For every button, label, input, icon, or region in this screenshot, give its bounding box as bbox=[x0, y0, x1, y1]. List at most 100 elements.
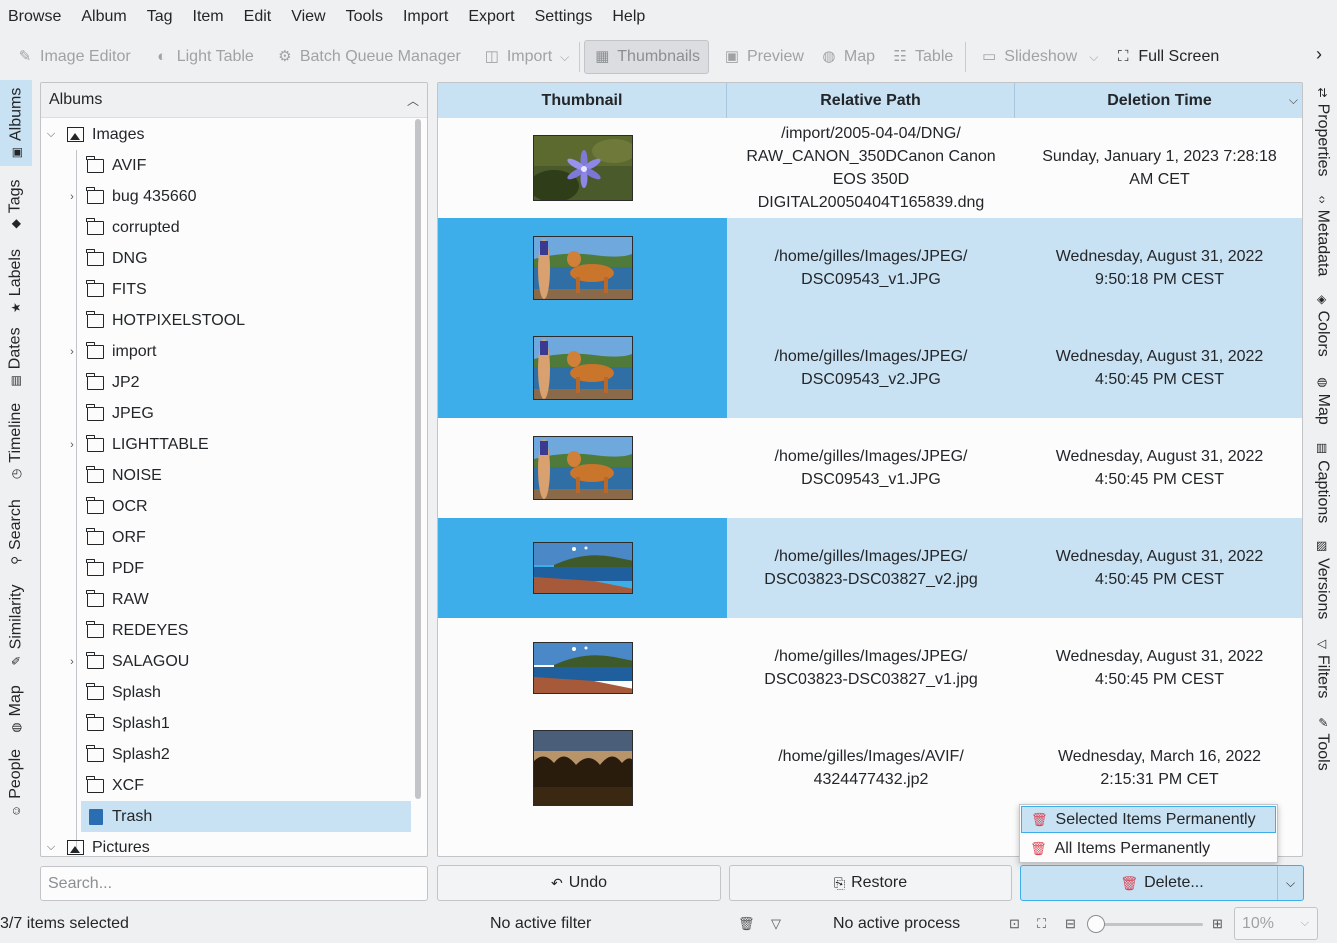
tab-tools[interactable]: ✐ Tools bbox=[1308, 712, 1337, 776]
full-screen-button[interactable]: ⛶ Full Screen bbox=[1104, 40, 1227, 74]
album-folder[interactable]: RAW bbox=[41, 584, 411, 615]
image-editor-button[interactable]: ✎ Image Editor bbox=[0, 40, 139, 74]
import-button[interactable]: ◫ Import bbox=[469, 40, 560, 74]
album-folder[interactable]: Splash bbox=[41, 677, 411, 708]
tab-tags[interactable]: ◆ Tags bbox=[0, 168, 32, 240]
album-folder[interactable]: OCR bbox=[41, 491, 411, 522]
album-folder[interactable]: NOISE bbox=[41, 460, 411, 491]
album-folder[interactable]: FITS bbox=[41, 274, 411, 305]
album-search[interactable] bbox=[40, 866, 428, 901]
tab-search[interactable]: ⚲ Search bbox=[0, 492, 32, 572]
menu-browse[interactable]: Browse bbox=[0, 0, 73, 34]
album-folder[interactable]: JPEG bbox=[41, 398, 411, 429]
album-folder[interactable]: XCF bbox=[41, 770, 411, 801]
menu-album[interactable]: Album bbox=[73, 0, 138, 34]
menu-settings[interactable]: Settings bbox=[527, 0, 605, 34]
album-folder[interactable]: PDF bbox=[41, 553, 411, 584]
tab-colors[interactable]: ◈ Colors bbox=[1308, 290, 1337, 362]
menu-help[interactable]: Help bbox=[604, 0, 657, 34]
table-button[interactable]: ☷ Table bbox=[883, 40, 961, 74]
zoom-slider-handle[interactable] bbox=[1087, 915, 1105, 933]
trash-icon[interactable]: 🗑 bbox=[738, 916, 755, 932]
tab-albums[interactable]: ▣ Albums bbox=[0, 80, 32, 166]
zoom-level-select[interactable]: 10% ⌵ bbox=[1234, 907, 1318, 940]
expand-icon[interactable]: › bbox=[65, 439, 79, 451]
tab-similarity[interactable]: ✎ Similarity bbox=[0, 578, 32, 672]
table-row[interactable]: /home/gilles/Images/JPEG/ DSC09543_v2.JP… bbox=[438, 318, 1302, 418]
table-row[interactable]: /home/gilles/Images/AVIF/ 4324477432.jp2… bbox=[438, 718, 1302, 818]
collapse-icon[interactable]: ⌵ bbox=[44, 128, 58, 141]
tab-dates[interactable]: ▤ Dates bbox=[0, 322, 32, 392]
delete-button[interactable]: 🗑 Delete... ⌵ bbox=[1020, 865, 1304, 901]
chevron-down-icon[interactable]: ⌵ bbox=[1277, 866, 1303, 900]
column-deletion-time[interactable]: Deletion Time ⌵ bbox=[1015, 83, 1302, 118]
tab-people[interactable]: ☺ People bbox=[0, 744, 32, 822]
album-root-pictures[interactable]: ⌵ Pictures bbox=[41, 832, 411, 856]
filter-icon[interactable]: ▽ bbox=[771, 916, 781, 932]
slideshow-dropdown-icon[interactable]: ⌵ bbox=[1085, 50, 1104, 65]
tab-map[interactable]: ◍ Map bbox=[0, 678, 32, 740]
tab-labels[interactable]: ★ Labels bbox=[0, 242, 32, 320]
album-folder[interactable]: REDEYES bbox=[41, 615, 411, 646]
tab-captions[interactable]: ▤ Captions bbox=[1308, 438, 1337, 528]
expand-icon[interactable]: › bbox=[65, 656, 79, 668]
zoom-out-icon[interactable]: ⊟ bbox=[1065, 916, 1076, 932]
tab-metadata[interactable]: ‹› Metadata bbox=[1308, 188, 1337, 284]
import-dropdown-icon[interactable]: ⌵ bbox=[560, 50, 575, 65]
menu-view[interactable]: View bbox=[283, 0, 337, 34]
light-table-button[interactable]: ◐ Light Table bbox=[139, 40, 262, 74]
album-folder[interactable]: AVIF bbox=[41, 150, 411, 181]
menu-edit[interactable]: Edit bbox=[236, 0, 284, 34]
restore-button[interactable]: ⎘ Restore bbox=[729, 865, 1012, 901]
album-folder[interactable]: › import bbox=[41, 336, 411, 367]
menu-tools[interactable]: Tools bbox=[338, 0, 395, 34]
batch-queue-manager-button[interactable]: ⚙ Batch Queue Manager bbox=[262, 40, 469, 74]
tab-properties[interactable]: ⇄ Properties bbox=[1308, 82, 1337, 182]
collapse-icon[interactable]: ︿ bbox=[407, 92, 419, 109]
preview-button[interactable]: ▣ Preview bbox=[709, 40, 812, 74]
collapse-icon[interactable]: ⌵ bbox=[44, 841, 58, 854]
album-folder[interactable]: HOTPIXELSTOOL bbox=[41, 305, 411, 336]
thumbnails-button[interactable]: ▦ Thumbnails bbox=[584, 40, 709, 74]
album-folder[interactable]: › LIGHTTABLE bbox=[41, 429, 411, 460]
menu-item-delete-selected-permanently[interactable]: 🗑 Selected Items Permanently bbox=[1021, 806, 1276, 833]
column-relative-path[interactable]: Relative Path bbox=[727, 83, 1015, 118]
album-folder[interactable]: corrupted bbox=[41, 212, 411, 243]
zoom-in-icon[interactable]: ⊞ bbox=[1212, 916, 1223, 932]
tab-versions[interactable]: ▧ Versions bbox=[1308, 536, 1337, 624]
album-folder-trash[interactable]: Trash bbox=[81, 801, 411, 832]
table-row[interactable]: /import/2005-04-04/DNG/ RAW_CANON_350DCa… bbox=[438, 118, 1302, 218]
album-folder[interactable]: JP2 bbox=[41, 367, 411, 398]
album-folder[interactable]: › bug 435660 bbox=[41, 181, 411, 212]
column-thumbnail[interactable]: Thumbnail bbox=[438, 83, 727, 118]
table-row[interactable]: /home/gilles/Images/JPEG/ DSC09543_v1.JP… bbox=[438, 218, 1302, 318]
menu-item-delete-all-permanently[interactable]: 🗑 All Items Permanently bbox=[1021, 835, 1276, 862]
search-input[interactable] bbox=[48, 874, 420, 893]
tab-timeline[interactable]: ◷ Timeline bbox=[0, 396, 32, 486]
album-folder[interactable]: › SALAGOU bbox=[41, 646, 411, 677]
albums-header[interactable]: Albums ︿ bbox=[41, 83, 427, 118]
zoom-slider-track[interactable] bbox=[1088, 923, 1203, 926]
zoom-fit-icon[interactable]: ⊡ bbox=[1009, 916, 1020, 932]
scrollbar-thumb[interactable] bbox=[415, 119, 421, 799]
menu-import[interactable]: Import bbox=[395, 0, 460, 34]
menu-tag[interactable]: Tag bbox=[139, 0, 185, 34]
menu-item[interactable]: Item bbox=[185, 0, 236, 34]
tab-right-map[interactable]: ◍ Map bbox=[1308, 372, 1337, 430]
tab-filters[interactable]: ▽ Filters bbox=[1308, 634, 1337, 704]
toolbar-overflow-icon[interactable]: › bbox=[1316, 44, 1322, 65]
zoom-fit-window-icon[interactable]: ⛶ bbox=[1037, 916, 1046, 932]
table-row[interactable]: /home/gilles/Images/JPEG/ DSC03823-DSC03… bbox=[438, 518, 1302, 618]
table-row[interactable]: /home/gilles/Images/JPEG/ DSC09543_v1.JP… bbox=[438, 418, 1302, 518]
slideshow-button[interactable]: ▭ Slideshow bbox=[970, 40, 1085, 74]
expand-icon[interactable]: › bbox=[65, 191, 79, 203]
album-folder[interactable]: DNG bbox=[41, 243, 411, 274]
album-folder[interactable]: Splash2 bbox=[41, 739, 411, 770]
table-row[interactable]: /home/gilles/Images/JPEG/ DSC03823-DSC03… bbox=[438, 618, 1302, 718]
menu-export[interactable]: Export bbox=[460, 0, 526, 34]
album-folder[interactable]: ORF bbox=[41, 522, 411, 553]
album-folder[interactable]: Splash1 bbox=[41, 708, 411, 739]
expand-icon[interactable]: › bbox=[65, 346, 79, 358]
album-root-images[interactable]: ⌵ Images bbox=[41, 119, 411, 150]
map-button[interactable]: ◍ Map bbox=[812, 40, 883, 74]
